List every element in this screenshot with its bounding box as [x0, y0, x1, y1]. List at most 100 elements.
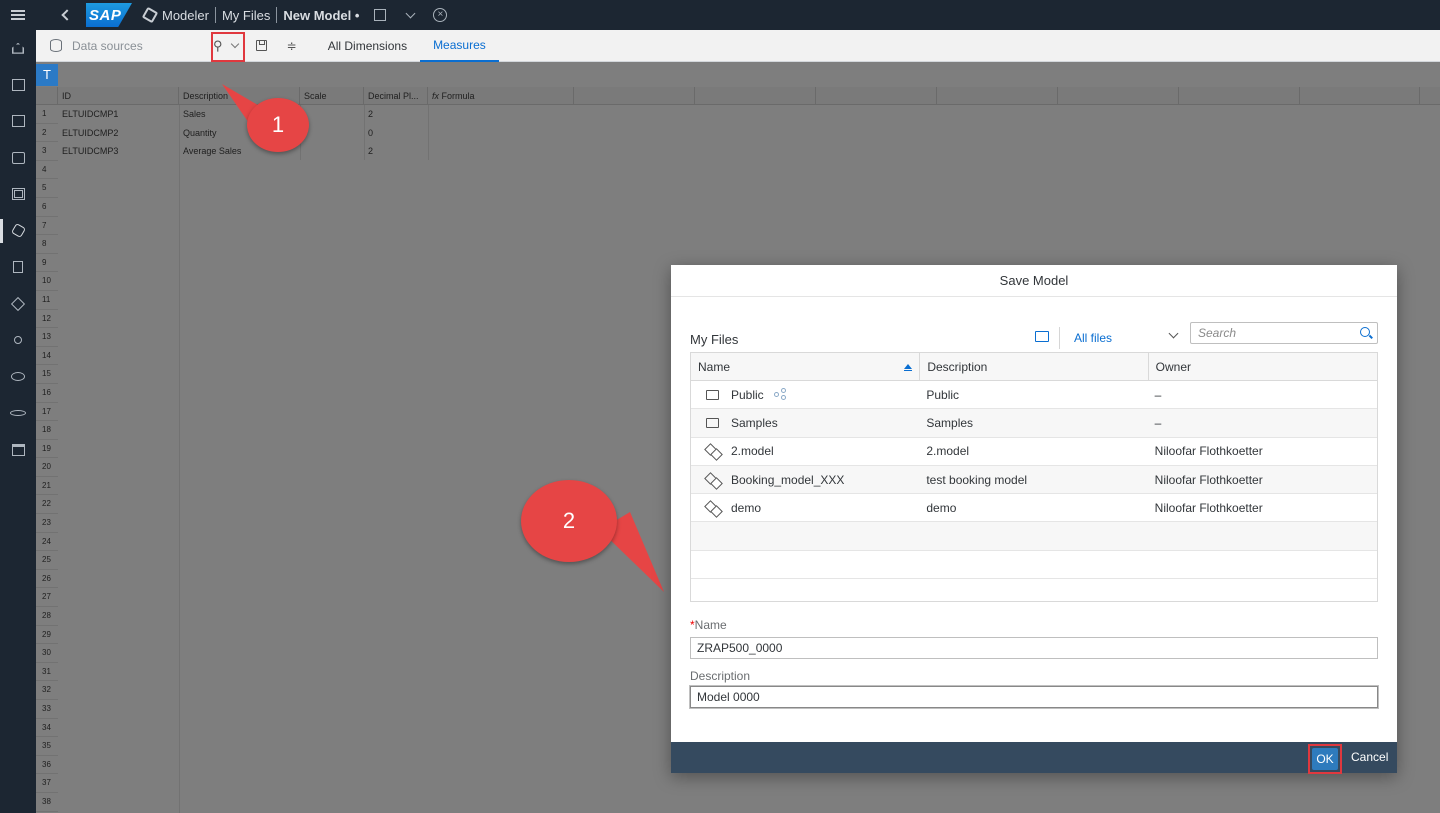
row-number: 1	[36, 105, 58, 124]
file-owner: –	[1154, 415, 1162, 430]
file-description: demo	[926, 500, 957, 515]
cell-id[interactable]: ELTUIDCMP2	[58, 124, 179, 143]
row-number: 24	[36, 533, 58, 552]
name-input[interactable]	[691, 638, 1377, 658]
cell-scale[interactable]	[300, 124, 364, 143]
text-toggle-button[interactable]: T	[36, 64, 58, 86]
row-number: 9	[36, 254, 58, 273]
file-row-demo[interactable]: demo demo Niloofar Flothkoetter	[691, 494, 1377, 523]
column-header-owner[interactable]: Owner	[1149, 353, 1377, 380]
column-header-formula[interactable]: fx Formula	[428, 87, 574, 105]
menu-button[interactable]	[0, 0, 36, 30]
ok-button[interactable]: OK	[1312, 748, 1338, 770]
nav-stories[interactable]	[0, 103, 36, 140]
sap-logo[interactable]: SAP	[86, 3, 132, 27]
cell-scale[interactable]	[300, 142, 364, 161]
column-header-name[interactable]: Name	[691, 353, 921, 380]
nav-datasets[interactable]	[0, 176, 36, 213]
file-row-samples[interactable]: Samples Samples –	[691, 409, 1377, 438]
tab-all-dimensions[interactable]: All Dimensions	[315, 30, 420, 62]
external-window-icon	[374, 9, 387, 21]
save-icon	[256, 40, 268, 51]
nav-connections[interactable]	[0, 286, 36, 323]
nav-calendar[interactable]	[0, 432, 36, 469]
back-button[interactable]	[52, 0, 78, 30]
nav-modeler[interactable]	[0, 213, 36, 250]
description-input[interactable]	[691, 687, 1377, 707]
row-number: 17	[36, 403, 58, 422]
data-sources-button[interactable]: Data sources	[50, 39, 143, 53]
empty-row	[691, 579, 1377, 601]
cell-scale[interactable]	[300, 105, 364, 124]
file-row-public[interactable]: Public Public –	[691, 381, 1377, 410]
cell-decimal[interactable]: 2	[364, 105, 428, 124]
search-field[interactable]	[1190, 322, 1378, 344]
sort-ascending-icon[interactable]	[904, 364, 913, 371]
close-document-button[interactable]: ×	[425, 0, 455, 30]
column-header-decimal-places[interactable]: Decimal Pl...	[364, 87, 428, 105]
row-numbers: 1 2 3 4 5 6 7 8 9 10 11 12 13 14 15 16 17 18 19 20 21 22 23 24 2…	[36, 105, 58, 812]
save-button[interactable]	[251, 35, 273, 57]
chevron-left-icon	[61, 9, 73, 21]
cell-id[interactable]: ELTUIDCMP3	[58, 142, 179, 161]
file-name: 2.model	[731, 444, 774, 459]
nav-data-import[interactable]	[0, 249, 36, 286]
column-header-id[interactable]: ID	[58, 87, 179, 105]
chevron-down-icon[interactable]	[1168, 328, 1179, 339]
row-number: 5	[36, 179, 58, 198]
file-owner: Niloofar Flothkoetter	[1154, 472, 1263, 487]
nav-analytic-apps[interactable]	[0, 140, 36, 177]
folder-icon	[706, 389, 719, 400]
app-title[interactable]: Modeler	[156, 8, 215, 23]
file-filter-select[interactable]: All files	[1074, 331, 1112, 345]
row-number: 18	[36, 421, 58, 440]
name-field[interactable]	[690, 637, 1378, 659]
row-number: 15	[36, 365, 58, 384]
model-icon	[706, 445, 719, 457]
tab-measures[interactable]: Measures	[420, 30, 499, 62]
new-folder-icon[interactable]	[1035, 331, 1049, 342]
sort-filter-button[interactable]: ≑	[281, 35, 303, 57]
column-header-empty	[1300, 87, 1420, 105]
nav-home[interactable]	[0, 30, 36, 67]
column-header-description[interactable]: Description	[920, 353, 1149, 380]
row-number: 37	[36, 774, 58, 793]
ok-button-highlight: OK	[1308, 744, 1342, 774]
column-divider	[428, 105, 429, 160]
row-number: 12	[36, 310, 58, 329]
description-field[interactable]	[690, 686, 1378, 708]
search-icon[interactable]	[1360, 327, 1370, 337]
dialog-title: Save Model	[671, 265, 1397, 297]
column-header-empty	[1058, 87, 1179, 105]
nav-workflow[interactable]	[0, 395, 36, 432]
open-in-new-button[interactable]	[365, 0, 395, 30]
modeler-toolbar: Data sources ⚲ ≑ All Dimensions Measures	[36, 30, 1440, 62]
file-description: Samples	[926, 415, 974, 430]
nav-data-flow[interactable]	[0, 322, 36, 359]
file-row-booking-model[interactable]: Booking_model_XXX test booking model Nil…	[691, 465, 1377, 495]
nav-files[interactable]	[0, 67, 36, 104]
column-header-scale[interactable]: Scale	[300, 87, 364, 105]
unsaved-marker: •	[354, 7, 360, 23]
file-table: Name Description Owner Public Public – S…	[690, 352, 1378, 603]
file-row-2-model[interactable]: 2.model 2.model Niloofar Flothkoetter	[691, 438, 1377, 466]
data-import-icon	[13, 261, 23, 274]
file-name-cell: demo	[691, 501, 920, 515]
formula-label: Formula	[441, 91, 475, 101]
column-header-empty	[937, 87, 1058, 105]
cell-decimal[interactable]: 2	[364, 142, 428, 161]
row-number: 30	[36, 644, 58, 663]
row-number: 38	[36, 793, 58, 812]
cancel-button[interactable]: Cancel	[1351, 750, 1388, 764]
search-input[interactable]	[1191, 323, 1351, 343]
table-icon	[11, 188, 25, 201]
current-folder-title: My Files	[690, 331, 739, 347]
breadcrumb-my-files[interactable]: My Files	[216, 8, 276, 23]
cell-decimal[interactable]: 0	[364, 124, 428, 143]
row-number: 7	[36, 217, 58, 236]
more-menu-button[interactable]	[395, 0, 425, 30]
cell-id[interactable]: ELTUIDCMP1	[58, 105, 179, 124]
chevron-down-icon	[405, 8, 416, 18]
row-number: 6	[36, 198, 58, 217]
nav-search-to-insight[interactable]	[0, 359, 36, 396]
